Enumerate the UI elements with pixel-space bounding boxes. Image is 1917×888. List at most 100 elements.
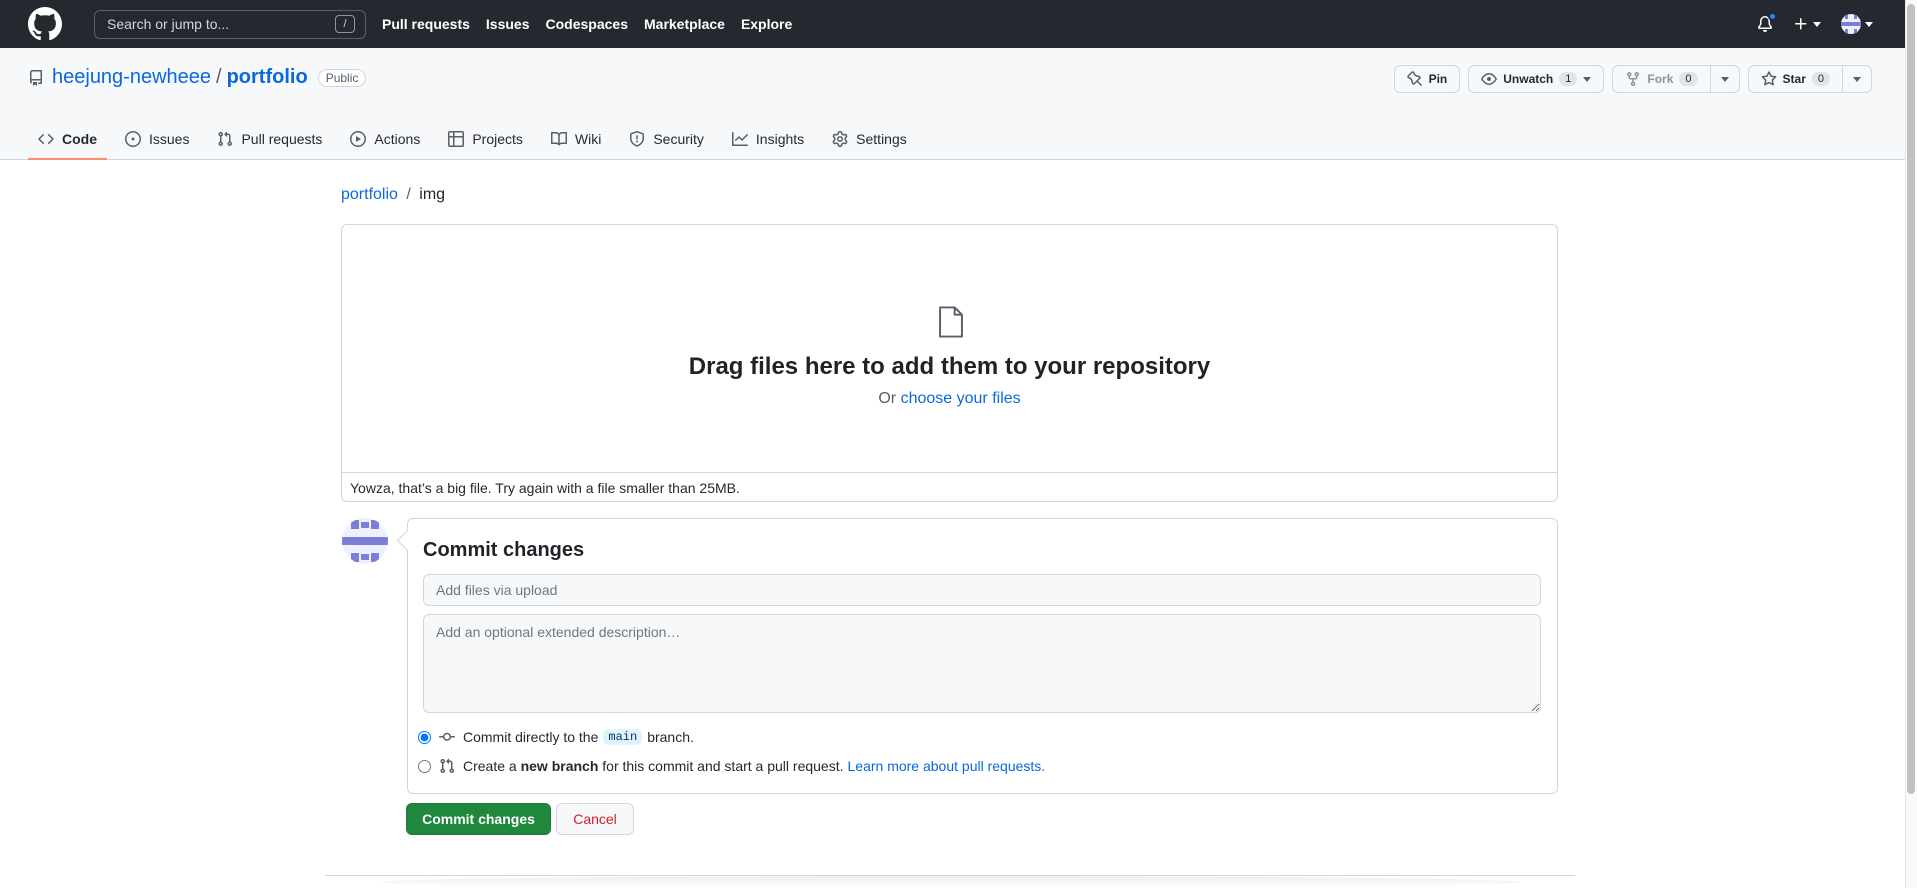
file-dropzone[interactable]: Drag files here to add them to your repo… — [341, 224, 1558, 502]
breadcrumb: portfolio / img — [341, 186, 445, 204]
file-icon — [939, 306, 963, 338]
avatar — [342, 518, 388, 564]
breadcrumb-current: img — [419, 186, 446, 203]
user-avatar-icon — [1841, 14, 1861, 34]
repo-icon — [29, 69, 42, 86]
chevron-down-icon — [1720, 76, 1729, 82]
commit-direct-suffix: branch. — [647, 729, 694, 745]
unwatch-button[interactable]: Unwatch 1 — [1468, 65, 1605, 93]
choose-files-link[interactable]: choose your files — [901, 390, 1021, 407]
global-nav: Pull requests Issues Codespaces Marketpl… — [382, 16, 808, 32]
branch-name: main — [603, 729, 643, 745]
pull-request-icon — [440, 758, 455, 774]
global-header: Search or jump to... / Pull requests Iss… — [0, 0, 1917, 48]
fork-count: 0 — [1679, 72, 1698, 86]
tab-label: Settings — [856, 131, 907, 147]
tab-insights[interactable]: Insights — [722, 118, 814, 160]
code-icon — [38, 133, 54, 145]
star-button[interactable]: Star 0 — [1747, 65, 1872, 93]
nav-explore[interactable]: Explore — [741, 16, 792, 32]
chevron-down-icon — [1865, 21, 1873, 27]
tab-label: Pull requests — [241, 131, 323, 147]
tab-code[interactable]: Code — [28, 118, 107, 160]
user-avatar-icon — [342, 518, 388, 564]
commit-summary-input[interactable] — [423, 574, 1541, 606]
tab-wiki[interactable]: Wiki — [541, 118, 611, 160]
tab-label: Issues — [149, 131, 190, 147]
tab-actions[interactable]: Actions — [340, 118, 430, 160]
book-icon — [550, 131, 567, 146]
commit-changes-button[interactable]: Commit changes — [406, 803, 551, 835]
star-dropdown[interactable] — [1842, 66, 1871, 92]
pin-button[interactable]: Pin — [1393, 65, 1461, 93]
repository-actions: Pin Unwatch 1 Fork 0 Star 0 — [1393, 65, 1872, 93]
commit-form: Commit changes Commit directly to the ma… — [407, 518, 1558, 794]
nav-pull-requests[interactable]: Pull requests — [382, 16, 470, 32]
repository-title: heejung-newheee / portfolio Public — [28, 66, 367, 89]
commit-direct-option[interactable]: Commit directly to the main branch. — [418, 729, 694, 745]
tab-label: Actions — [374, 131, 421, 147]
tab-settings[interactable]: Settings — [822, 118, 917, 160]
chevron-down-icon — [1583, 76, 1592, 82]
learn-more-link[interactable]: Learn more about pull requests. — [848, 758, 1046, 774]
watch-count: 1 — [1559, 72, 1578, 86]
star-icon — [1761, 71, 1776, 86]
commit-direct-radio[interactable] — [418, 730, 431, 744]
tab-issues[interactable]: Issues — [115, 118, 199, 160]
fork-button[interactable]: Fork 0 — [1612, 65, 1740, 93]
commit-new-branch-radio[interactable] — [418, 759, 431, 773]
nav-marketplace[interactable]: Marketplace — [644, 16, 725, 32]
pin-icon — [1406, 71, 1422, 87]
github-logo-icon[interactable] — [28, 7, 62, 41]
dropzone-content: Drag files here to add them to your repo… — [342, 225, 1557, 472]
graph-icon — [731, 132, 748, 146]
shield-icon — [630, 131, 645, 147]
cancel-button[interactable]: Cancel — [556, 803, 634, 835]
dropzone-or-text: Or — [878, 390, 897, 407]
scrollbar-thumb[interactable] — [1907, 4, 1915, 794]
star-label: Star — [1782, 72, 1806, 86]
commit-description-input[interactable] — [423, 614, 1541, 713]
plus-icon — [1795, 18, 1807, 30]
git-commit-icon — [439, 732, 455, 741]
new-branch-prefix: Create a — [463, 758, 517, 774]
repository-header: heejung-newheee / portfolio Public Pin U… — [0, 48, 1905, 160]
repo-title-separator: / — [216, 66, 222, 88]
tab-label: Projects — [472, 131, 523, 147]
unwatch-label: Unwatch — [1503, 72, 1554, 86]
global-search-input[interactable]: Search or jump to... / — [94, 9, 366, 39]
table-icon — [448, 131, 465, 147]
dropzone-subtitle: Or choose your files — [342, 390, 1557, 408]
issue-icon — [125, 131, 141, 147]
tab-projects[interactable]: Projects — [438, 118, 533, 160]
tab-label: Code — [62, 131, 97, 147]
eye-icon — [1481, 73, 1498, 85]
nav-issues[interactable]: Issues — [486, 16, 530, 32]
notifications-button[interactable] — [1757, 12, 1777, 32]
commit-direct-prefix: Commit directly to the — [463, 729, 599, 745]
repo-name-link[interactable]: portfolio — [227, 66, 308, 89]
tab-security[interactable]: Security — [619, 118, 714, 160]
fork-label: Fork — [1647, 72, 1674, 86]
dropzone-title: Drag files here to add them to your repo… — [688, 353, 1211, 380]
breadcrumb-root-link[interactable]: portfolio — [341, 186, 398, 203]
play-icon — [350, 131, 367, 147]
tab-label: Security — [653, 131, 704, 147]
gear-icon — [832, 131, 848, 147]
fork-dropdown[interactable] — [1709, 66, 1739, 92]
new-branch-suffix: for this commit and start a pull request… — [602, 758, 844, 774]
commit-new-branch-option[interactable]: Create a new branch for this commit and … — [418, 758, 1045, 774]
repo-owner-link[interactable]: heejung-newheee — [52, 66, 211, 89]
user-menu-button[interactable] — [1841, 14, 1873, 34]
create-new-button[interactable] — [1793, 16, 1821, 32]
footer-shadow — [380, 876, 1520, 888]
pin-label: Pin — [1428, 72, 1448, 86]
header-actions — [1757, 0, 1873, 48]
upload-error-message: Yowza, that’s a big file. Try again with… — [342, 472, 1557, 502]
tab-pull-requests[interactable]: Pull requests — [207, 118, 332, 160]
breadcrumb-separator: / — [406, 186, 411, 203]
repository-tabs: Code Issues Pull requests Actions Projec… — [28, 118, 925, 160]
page-scrollbar[interactable] — [1905, 0, 1917, 888]
nav-codespaces[interactable]: Codespaces — [546, 16, 628, 32]
tab-label: Wiki — [574, 131, 602, 147]
